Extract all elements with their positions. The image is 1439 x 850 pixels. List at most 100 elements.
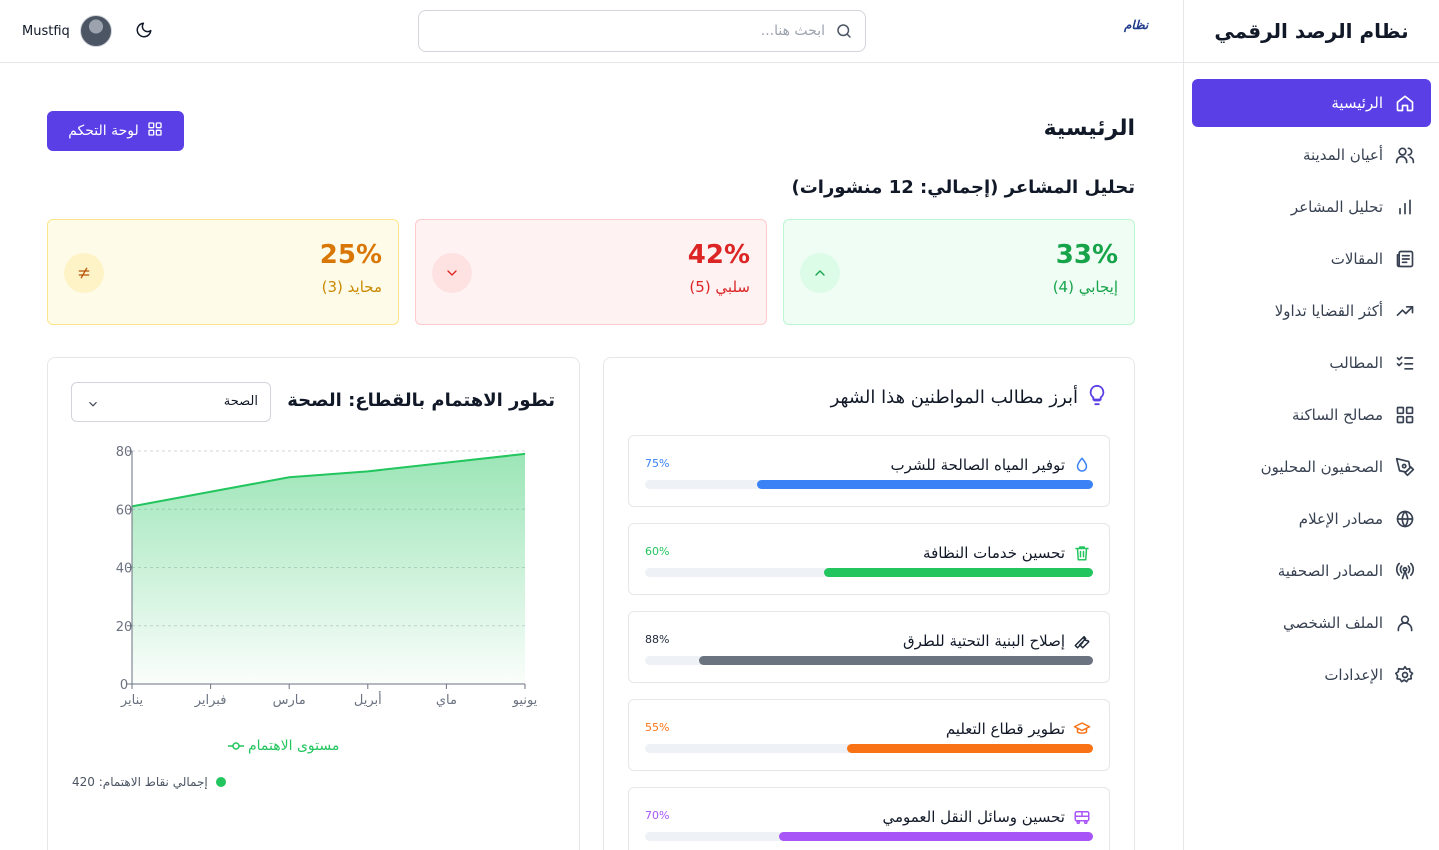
progress-track (645, 568, 1093, 577)
dashboard-button[interactable]: لوحة التحكم (47, 111, 184, 151)
chevron-up-icon (800, 253, 840, 293)
search-box[interactable] (418, 10, 866, 52)
progress-fill (779, 832, 1093, 841)
sidebar-item-services[interactable]: مصالح الساكنة (1192, 391, 1431, 439)
demand-item[interactable]: تطوير قطاع التعليم 55% (628, 699, 1110, 771)
app-title: نظام الرصد الرقمي (1184, 0, 1439, 63)
x-tick-label: ماي (436, 693, 457, 708)
sidebar-item-media[interactable]: مصادر الإعلام (1192, 495, 1431, 543)
sidebar-item-label: أكثر القضايا تداولا (1274, 302, 1383, 320)
list-check-icon (1395, 353, 1415, 373)
y-tick-label: 20 (116, 620, 133, 635)
sentiment-card-neutral: 25% محايد (3) (47, 219, 399, 325)
sidebar-item-articles[interactable]: المقالات (1192, 235, 1431, 283)
x-tick-label: يونيو (512, 693, 538, 708)
progress-fill (824, 568, 1093, 577)
y-tick-label: 40 (116, 562, 133, 577)
sidebar-item-label: الصحفيون المحليون (1260, 458, 1383, 476)
sidebar-item-label: مصالح الساكنة (1291, 406, 1383, 424)
neutral-label: محايد (3) (321, 278, 382, 296)
demand-percent: 75% (645, 457, 670, 470)
chevron-down-icon (432, 253, 472, 293)
x-tick-label: يناير (120, 693, 144, 708)
demand-item[interactable]: توفير المياه الصالحة للشرب 75% (628, 435, 1110, 507)
gear-icon (1395, 665, 1415, 685)
sidebar-item-sentiment[interactable]: تحليل المشاعر (1192, 183, 1431, 231)
sidebar-item-settings[interactable]: الإعدادات (1192, 651, 1431, 699)
progress-fill (698, 656, 1093, 665)
sidebar-item-label: مصادر الإعلام (1298, 510, 1383, 528)
top-header: Mustfiq نظام (0, 0, 1183, 63)
dashboard-button-label: لوحة التحكم (68, 123, 139, 139)
bus-icon (1073, 808, 1093, 828)
sidebar-item-label: تحليل المشاعر (1290, 198, 1383, 216)
demand-title: إصلاح البنية التحتية للطرق (903, 632, 1065, 650)
negative-percent: 42% (687, 240, 750, 270)
wrench-icon (1073, 632, 1093, 652)
pen-icon (1395, 457, 1415, 477)
area-fill (132, 453, 525, 684)
progress-track (645, 656, 1093, 665)
home-icon (1395, 93, 1415, 113)
legend-label: مستوى الاهتمام (248, 738, 340, 754)
bar-chart-icon (1395, 197, 1415, 217)
sidebar-item-label: الرئيسية (1331, 94, 1383, 112)
page-title: الرئيسية (1043, 116, 1135, 141)
chart-title: تطور الاهتمام بالقطاع: الصحة (287, 390, 555, 411)
demands-title: أبرز مطالب المواطنين هذا الشهر (830, 387, 1078, 408)
demand-title: تحسين وسائل النقل العمومي (882, 808, 1065, 826)
chart-legend[interactable]: مستوى الاهتمام (228, 738, 339, 754)
trending-icon (1395, 301, 1415, 321)
demand-title: تحسين خدمات النظافة (923, 544, 1065, 562)
interest-chart-panel: 0 20 40 60 80 يناير فبراير مارس أبريل ماي يونيو تط… (47, 357, 580, 850)
sector-select-value: الصحة (223, 394, 258, 409)
logo: نظام (1124, 18, 1149, 32)
demand-item[interactable]: إصلاح البنية التحتية للطرق 88% (628, 611, 1110, 683)
search-input[interactable] (435, 11, 825, 51)
demand-title: توفير المياه الصالحة للشرب (890, 456, 1066, 474)
progress-fill (846, 744, 1093, 753)
y-tick-label: 0 (120, 678, 128, 693)
grid-icon (147, 121, 163, 141)
not-equal-icon (64, 253, 104, 293)
lightbulb-icon (1086, 384, 1108, 411)
neutral-percent: 25% (319, 240, 382, 270)
sidebar-item-label: المقالات (1330, 250, 1383, 268)
trash-icon (1073, 544, 1093, 564)
sidebar: نظام الرصد الرقمي الرئيسية أعيان المدينة… (1183, 0, 1439, 850)
sidebar-item-press-sources[interactable]: المصادر الصحفية (1192, 547, 1431, 595)
globe-icon (1395, 509, 1415, 529)
sidebar-item-notables[interactable]: أعيان المدينة (1192, 131, 1431, 179)
sidebar-item-journalists[interactable]: الصحفيون المحليون (1192, 443, 1431, 491)
sidebar-item-label: المطالب (1329, 354, 1383, 372)
demand-item[interactable]: تحسين وسائل النقل العمومي 70% (628, 787, 1110, 850)
positive-label: إيجابي (4) (1052, 278, 1118, 296)
x-tick-label: أبريل (354, 691, 382, 708)
y-tick-label: 60 (116, 503, 133, 518)
demand-title: تطوير قطاع التعليم (945, 720, 1065, 738)
avatar[interactable] (79, 15, 112, 47)
sentiment-card-positive: 33% إيجابي (4) (783, 219, 1135, 325)
progress-fill (757, 480, 1093, 489)
sidebar-item-demands[interactable]: المطالب (1192, 339, 1431, 387)
sector-select[interactable]: الصحة (71, 382, 271, 422)
sidebar-item-profile[interactable]: الملف الشخصي (1192, 599, 1431, 647)
sidebar-item-home[interactable]: الرئيسية (1192, 79, 1431, 127)
x-tick-label: مارس (273, 693, 306, 708)
sidebar-item-label: أعيان المدينة (1302, 146, 1383, 164)
sidebar-nav: الرئيسية أعيان المدينة تحليل المشاعر الم… (1184, 63, 1439, 719)
sidebar-item-label: الإعدادات (1324, 666, 1383, 684)
user-menu[interactable]: Mustfiq (22, 15, 112, 47)
sentiment-card-negative: 42% سلبي (5) (415, 219, 767, 325)
graduation-cap-icon (1073, 720, 1093, 740)
droplet-icon (1073, 456, 1093, 476)
user-icon (1395, 613, 1415, 633)
moon-icon[interactable] (135, 21, 155, 41)
sidebar-item-trending[interactable]: أكثر القضايا تداولا (1192, 287, 1431, 335)
sentiment-title: تحليل المشاعر (إجمالي: 12 منشورات) (791, 177, 1135, 198)
user-name: Mustfiq (22, 23, 70, 39)
sidebar-item-label: الملف الشخصي (1283, 614, 1383, 632)
search-icon[interactable] (835, 22, 853, 40)
total-interest-label: إجمالي نقاط الاهتمام: 420 (72, 775, 208, 789)
demand-item[interactable]: تحسين خدمات النظافة 60% (628, 523, 1110, 595)
